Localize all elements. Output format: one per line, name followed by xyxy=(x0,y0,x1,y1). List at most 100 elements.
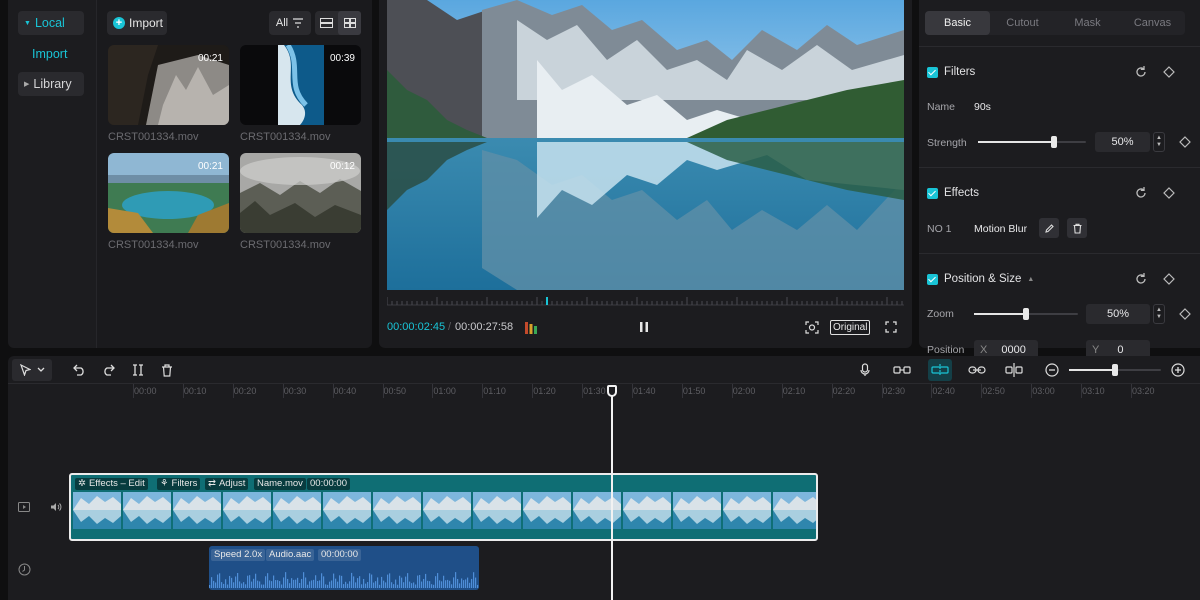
video-track-toggle[interactable] xyxy=(16,499,32,515)
chain-button[interactable] xyxy=(968,361,986,379)
filters-checkbox[interactable] xyxy=(927,66,938,78)
preview-frame[interactable] xyxy=(387,0,904,290)
original-ratio-button[interactable]: Original xyxy=(830,320,871,335)
timeline-toolbar xyxy=(8,356,1200,384)
chevron-down-icon xyxy=(37,367,44,372)
filter-icon xyxy=(293,18,304,28)
filter-label: All xyxy=(275,17,289,29)
clip-timecode-tag: 00:00:00 xyxy=(307,478,350,490)
sidebar-item-library[interactable]: ▶ Library xyxy=(18,72,84,96)
current-timecode: 00:00:02:45 xyxy=(387,321,446,333)
strength-label: Strength xyxy=(927,137,967,149)
link-clips-button[interactable] xyxy=(893,361,911,379)
strength-keyframe-button[interactable] xyxy=(1179,136,1191,151)
screenshot-button[interactable] xyxy=(805,321,819,337)
chevron-up-icon: ▲ xyxy=(1156,307,1162,313)
tab-canvas[interactable]: Canvas xyxy=(1120,11,1185,35)
filter-name-value: 90s xyxy=(974,101,991,113)
position-size-keyframe-button[interactable] xyxy=(1163,273,1175,288)
video-clip[interactable]: ✲ Effects – Edit ⚘ Filters ⇄ Adjust Name… xyxy=(69,473,818,541)
clip-adjust-tag[interactable]: ⇄ Adjust xyxy=(205,478,249,490)
zoom-stepper[interactable]: ▲ ▼ xyxy=(1153,304,1165,324)
clip-frame xyxy=(123,492,171,529)
fullscreen-button[interactable] xyxy=(885,321,897,336)
effects-keyframe-button[interactable] xyxy=(1163,187,1175,202)
media-thumbnail[interactable]: 00:21 xyxy=(108,153,229,233)
strength-slider-knob[interactable] xyxy=(1051,136,1057,148)
position-label: Position xyxy=(927,344,965,356)
tab-cutout[interactable]: Cutout xyxy=(990,11,1055,35)
effects-checkbox[interactable] xyxy=(927,187,938,199)
clip-effects-label: Effects – Edit xyxy=(88,478,145,489)
redo-button[interactable] xyxy=(99,361,117,379)
timeline-zoom-slider[interactable] xyxy=(1069,364,1161,376)
clip-filters-tag[interactable]: ⚘ Filters xyxy=(157,478,201,490)
list-view-button[interactable] xyxy=(315,11,338,35)
reset-icon xyxy=(1136,187,1146,198)
grid-view-button[interactable] xyxy=(338,11,361,35)
record-voiceover-button[interactable] xyxy=(856,361,874,379)
media-thumbnail[interactable]: 00:12 xyxy=(240,153,361,233)
tab-mask[interactable]: Mask xyxy=(1055,11,1120,35)
keyframe-icon xyxy=(1163,273,1175,285)
chevron-down-icon: ▼ xyxy=(1156,142,1162,148)
video-track-mute-button[interactable] xyxy=(48,499,64,515)
ruler-label: 02:00 xyxy=(732,386,756,396)
zoom-slider-knob[interactable] xyxy=(1023,308,1029,320)
caret-right-icon: ▶ xyxy=(24,81,30,88)
ruler-label: 00:10 xyxy=(183,386,207,396)
strength-stepper[interactable]: ▲ ▼ xyxy=(1153,132,1165,152)
pause-icon xyxy=(640,322,648,332)
snap-toggle[interactable] xyxy=(928,359,952,381)
tab-basic[interactable]: Basic xyxy=(925,11,990,35)
playhead[interactable] xyxy=(611,386,613,600)
sidebar-item-local[interactable]: ▼ Local xyxy=(18,11,84,35)
filters-reset-button[interactable] xyxy=(1134,65,1148,82)
zoom-input[interactable]: 50% xyxy=(1086,304,1150,324)
zoom-slider[interactable] xyxy=(974,308,1078,320)
sidebar-item-import[interactable]: Import xyxy=(18,42,84,66)
timeline-zoom-in-button[interactable] xyxy=(1169,361,1187,379)
filters-keyframe-button[interactable] xyxy=(1163,66,1175,81)
pause-button[interactable] xyxy=(639,321,649,336)
undo-button[interactable] xyxy=(70,361,88,379)
media-thumbnail[interactable]: 00:39 xyxy=(240,45,361,125)
filter-dropdown[interactable]: All xyxy=(269,11,311,35)
zoom-keyframe-button[interactable] xyxy=(1179,308,1191,323)
playhead-handle[interactable] xyxy=(607,385,617,397)
reset-icon xyxy=(1136,66,1146,77)
unlink-button[interactable] xyxy=(1005,361,1023,379)
split-button[interactable] xyxy=(129,361,147,379)
ruler-tick xyxy=(632,384,633,398)
effect-edit-button[interactable] xyxy=(1039,218,1059,238)
select-tool-dropdown[interactable] xyxy=(12,359,52,381)
strength-input[interactable]: 50% xyxy=(1095,132,1150,152)
split-icon xyxy=(133,364,143,376)
fullscreen-icon xyxy=(885,321,897,333)
timeline-zoom-out-button[interactable] xyxy=(1043,361,1061,379)
grid-view-icon xyxy=(343,18,356,28)
link-icon xyxy=(893,366,911,374)
audio-track-toggle[interactable] xyxy=(16,561,32,577)
import-button[interactable]: + Import xyxy=(107,11,167,35)
caret-up-icon[interactable]: ▲ xyxy=(1027,276,1034,283)
sidebar-item-local-label: Local xyxy=(34,16,65,30)
inspector-tabs: Basic Cutout Mask Canvas xyxy=(925,11,1185,35)
position-size-checkbox[interactable] xyxy=(927,273,938,285)
effect-delete-button[interactable] xyxy=(1067,218,1087,238)
media-thumbnail[interactable]: 00:21 xyxy=(108,45,229,125)
caret-down-icon: ▼ xyxy=(24,19,31,27)
preview-scrubber[interactable] xyxy=(387,296,904,306)
position-size-reset-button[interactable] xyxy=(1134,272,1148,289)
strength-slider[interactable] xyxy=(978,136,1086,148)
clip-name-tag: Name.mov xyxy=(254,478,306,490)
unlink-icon xyxy=(1005,363,1023,377)
effects-reset-button[interactable] xyxy=(1134,186,1148,203)
thumbnail-filename: CRST001334.mov xyxy=(240,239,331,251)
audio-clip[interactable]: Speed 2.0x Audio.aac 00:00:00 xyxy=(209,546,479,590)
timeline-ruler[interactable]: 00:00 00:10 00:20 00:30 00:40 00:50 01:00 01:10… xyxy=(8,384,1200,400)
total-timecode: 00:00:27:58 xyxy=(455,321,514,333)
clip-effects-tag[interactable]: ✲ Effects – Edit xyxy=(75,478,148,490)
delete-clip-button[interactable] xyxy=(158,361,176,379)
timeline-zoom-slider-knob[interactable] xyxy=(1112,364,1118,376)
